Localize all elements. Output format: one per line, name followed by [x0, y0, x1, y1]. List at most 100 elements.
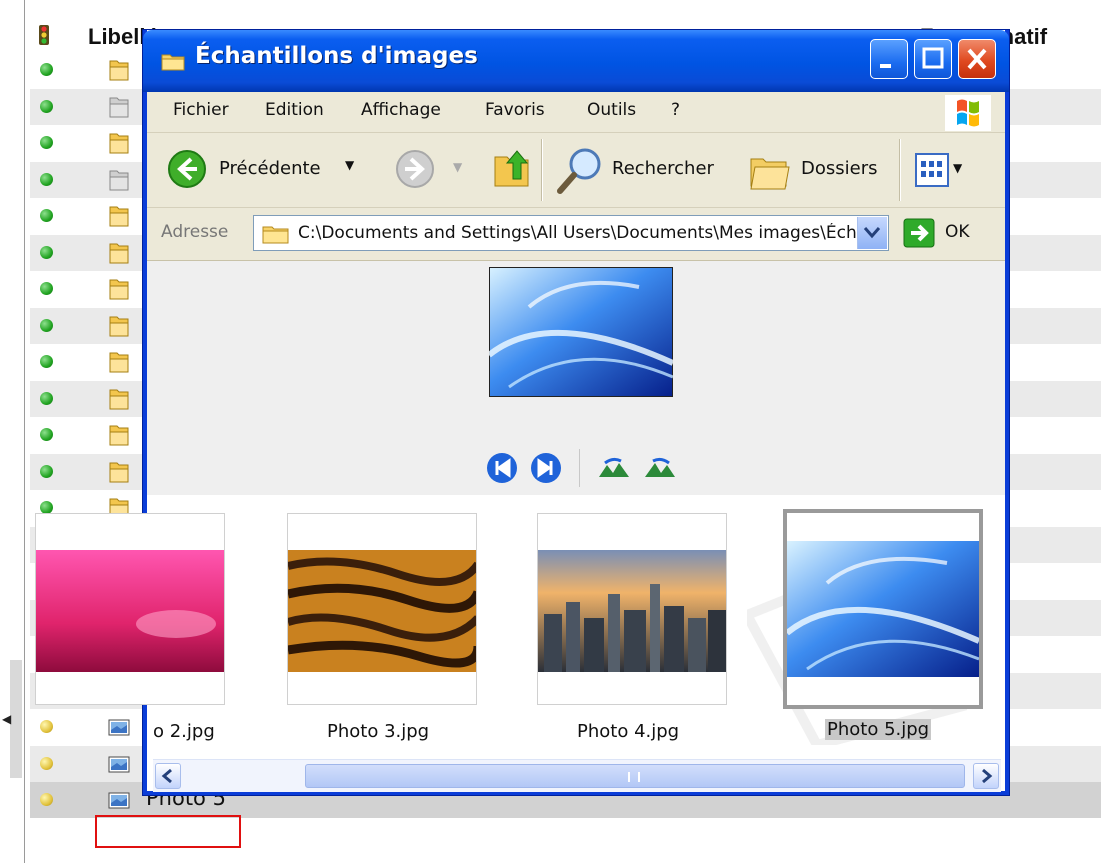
folder-icon — [109, 425, 129, 446]
thumbnail-photo-5[interactable] — [783, 509, 983, 709]
maximize-icon — [922, 47, 944, 69]
folder-icon — [109, 133, 129, 154]
scroll-left-arrow-icon[interactable]: ◀ — [2, 712, 11, 726]
rotate-counterclockwise-icon[interactable] — [643, 457, 677, 479]
horizontal-scrollbar[interactable] — [153, 759, 1001, 792]
menu-outils[interactable]: Outils — [587, 100, 636, 120]
toolbar-separator — [899, 139, 901, 201]
address-input[interactable]: C:\Documents and Settings\All Users\Docu… — [253, 215, 889, 251]
back-dropdown-icon[interactable]: ▼ — [345, 158, 354, 172]
thumbnail-image — [36, 514, 224, 704]
next-image-icon[interactable] — [529, 451, 563, 485]
go-button[interactable]: OK — [903, 218, 983, 250]
views-icon — [915, 153, 949, 187]
maximize-button[interactable] — [914, 39, 952, 79]
status-green-icon — [40, 392, 53, 405]
previous-image-icon[interactable] — [485, 451, 519, 485]
thumbnail-caption-selected: Photo 5.jpg — [825, 719, 932, 740]
scroll-right-button[interactable] — [973, 763, 999, 789]
toolbar-separator — [541, 139, 543, 201]
folder-icon — [109, 316, 129, 337]
folder-icon — [109, 97, 129, 118]
thumbnail-photo-4[interactable] — [537, 513, 727, 705]
back-button[interactable]: Précédente ▼ — [167, 147, 363, 193]
minimize-icon — [880, 64, 891, 68]
menu-fichier[interactable]: Fichier — [173, 100, 229, 120]
list-left-border — [24, 0, 25, 863]
explorer-window: Échantillons d'images Fichier Edition Af… — [35, 30, 1009, 795]
title-bar[interactable]: Échantillons d'images — [143, 30, 1009, 92]
thumbnail-photo-3[interactable] — [287, 513, 477, 705]
image-icon — [108, 756, 130, 773]
preview-pane — [147, 261, 1005, 495]
minimize-button[interactable] — [870, 39, 908, 79]
address-dropdown-button[interactable] — [857, 217, 887, 249]
close-icon — [967, 48, 987, 70]
folder-icon — [109, 462, 129, 483]
close-button[interactable] — [958, 39, 996, 79]
folder-icon — [109, 279, 129, 300]
folder-icon — [109, 389, 129, 410]
search-button[interactable]: Rechercher — [555, 141, 733, 199]
thumbnail-caption: o 2.jpg — [153, 721, 215, 742]
folders-icon — [750, 158, 790, 190]
status-green-icon — [40, 282, 53, 295]
folders-button[interactable]: Dossiers — [747, 141, 887, 199]
scroll-grip — [628, 772, 640, 782]
standard-toolbar: Précédente ▼ ▼ Rechercher Dossiers ▼ — [147, 133, 1005, 208]
status-yellow-icon — [40, 793, 53, 806]
preview-separator — [579, 449, 580, 487]
status-green-icon — [40, 355, 53, 368]
back-label: Précédente — [219, 158, 321, 179]
status-green-icon — [40, 246, 53, 259]
menu-edition[interactable]: Edition — [265, 100, 324, 120]
left-scrollbar[interactable] — [10, 660, 22, 778]
chevron-down-icon — [863, 227, 881, 239]
image-icon — [108, 792, 130, 809]
status-green-icon — [40, 319, 53, 332]
address-label: Adresse — [161, 222, 229, 242]
menu-bar: Fichier Edition Affichage Favoris Outils… — [147, 92, 1005, 133]
views-button[interactable]: ▼ — [915, 153, 979, 189]
thumbnail-caption: Photo 4.jpg — [577, 721, 680, 742]
folders-label: Dossiers — [801, 158, 878, 179]
status-yellow-icon — [40, 757, 53, 770]
folder-icon — [109, 243, 129, 264]
preview-image — [489, 267, 673, 397]
status-green-icon — [40, 136, 53, 149]
highlight-box — [95, 815, 241, 848]
views-dropdown-icon: ▼ — [953, 161, 963, 175]
thumbnail-photo-2[interactable] — [35, 513, 225, 705]
folder-icon — [109, 170, 129, 191]
thumbnail-image — [787, 513, 979, 705]
status-green-icon — [40, 209, 53, 222]
search-icon — [557, 148, 601, 194]
windows-logo-icon — [945, 95, 991, 131]
folder-icon — [109, 60, 129, 81]
status-green-icon — [40, 428, 53, 441]
scroll-left-button[interactable] — [155, 763, 181, 789]
scroll-thumb[interactable] — [305, 764, 965, 788]
folder-up-icon[interactable] — [491, 143, 533, 193]
image-icon — [108, 719, 130, 736]
back-arrow-icon — [168, 150, 206, 188]
rotate-clockwise-icon[interactable] — [597, 457, 631, 479]
status-green-icon — [40, 63, 53, 76]
window-title: Échantillons d'images — [195, 43, 478, 69]
thumbnail-image — [288, 514, 476, 704]
status-green-icon — [40, 465, 53, 478]
address-value: C:\Documents and Settings\All Users\Docu… — [298, 223, 856, 243]
thumbnail-caption: Photo 3.jpg — [327, 721, 430, 742]
traffic-light-icon — [39, 25, 49, 45]
menu-help[interactable]: ? — [671, 100, 680, 120]
menu-favoris[interactable]: Favoris — [485, 100, 545, 120]
chevron-right-icon — [982, 768, 993, 784]
status-green-icon — [40, 173, 53, 186]
folder-icon — [161, 54, 185, 71]
menu-affichage[interactable]: Affichage — [361, 100, 441, 120]
forward-arrow-icon[interactable] — [395, 149, 435, 189]
search-label: Rechercher — [612, 158, 714, 179]
forward-dropdown-icon[interactable]: ▼ — [453, 160, 462, 174]
address-bar: Adresse C:\Documents and Settings\All Us… — [147, 208, 1005, 261]
go-label: OK — [945, 222, 970, 242]
